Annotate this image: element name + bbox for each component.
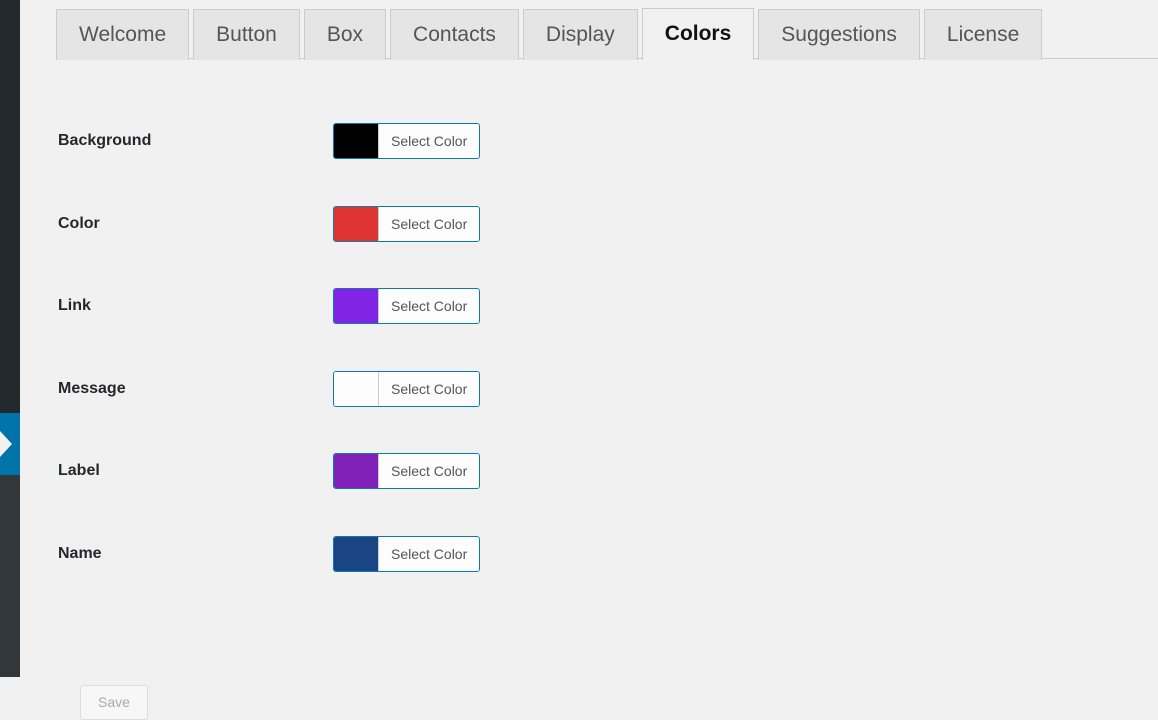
tab-label: Suggestions — [781, 23, 897, 46]
tab-label: License — [946, 23, 1020, 46]
select-color-label: Select Color — [379, 536, 480, 571]
tab-welcome[interactable]: Welcome — [56, 9, 190, 60]
color-picker-message[interactable]: Select Color — [333, 370, 481, 407]
color-picker-link[interactable]: Select Color — [333, 288, 481, 325]
tab-contacts[interactable]: Contacts — [390, 9, 519, 60]
tab-license[interactable]: License — [923, 9, 1043, 60]
setting-control-background: Select Color — [333, 100, 1108, 183]
select-color-label: Select Color — [379, 124, 480, 159]
tab-button[interactable]: Button — [193, 9, 300, 60]
setting-label-name: Name — [58, 544, 102, 562]
save-row: Save — [80, 685, 148, 720]
select-color-label: Select Color — [379, 206, 480, 241]
tab-label: Display — [545, 23, 615, 46]
tab-label: Button — [216, 23, 277, 46]
color-swatch — [334, 124, 379, 159]
color-swatch — [334, 206, 379, 241]
setting-control-color: Select Color — [333, 183, 1108, 266]
color-swatch — [334, 454, 379, 489]
table-row: Label Select Color — [58, 430, 1108, 513]
color-swatch — [334, 289, 379, 324]
admin-sidebar-rail-lower — [0, 475, 20, 677]
color-picker-background[interactable]: Select Color — [333, 123, 481, 160]
tab-box[interactable]: Box — [303, 9, 387, 60]
setting-label-background: Background — [58, 132, 152, 150]
setting-label-color: Color — [58, 214, 100, 232]
select-color-label: Select Color — [379, 371, 480, 406]
tab-strip: Welcome Button Box Contacts Display Colo… — [20, 0, 1158, 68]
tab-label: Contacts — [413, 23, 496, 46]
color-swatch — [334, 536, 379, 571]
color-picker-label[interactable]: Select Color — [333, 453, 481, 490]
setting-label-message: Message — [58, 379, 126, 397]
tab-label: Box — [326, 23, 364, 46]
tab-list: Welcome Button Box Contacts Display Colo… — [56, 7, 1043, 60]
collapse-menu-button[interactable] — [0, 413, 20, 475]
table-row: Message Select Color — [58, 348, 1108, 431]
settings-page: Welcome Button Box Contacts Display Colo… — [0, 0, 1158, 720]
tab-suggestions[interactable]: Suggestions — [758, 9, 920, 60]
tab-label: Colors — [664, 22, 732, 45]
setting-label-link: Link — [58, 297, 91, 315]
tab-label: Welcome — [79, 23, 167, 46]
color-picker-name[interactable]: Select Color — [333, 535, 481, 572]
color-swatch — [334, 371, 379, 406]
select-color-label: Select Color — [379, 454, 480, 489]
tab-colors[interactable]: Colors — [641, 8, 755, 60]
color-picker-color[interactable]: Select Color — [333, 205, 481, 242]
select-color-label: Select Color — [379, 289, 480, 324]
setting-control-link: Select Color — [333, 265, 1108, 348]
chevron-left-icon — [0, 413, 20, 475]
tab-display[interactable]: Display — [522, 9, 638, 60]
table-row: Link Select Color — [58, 265, 1108, 348]
setting-control-message: Select Color — [333, 348, 1108, 431]
setting-control-label: Select Color — [333, 430, 1108, 513]
color-settings-table: Background Select Color Color Select Col… — [58, 100, 1108, 595]
table-row: Name Select Color — [58, 513, 1108, 596]
table-row: Color Select Color — [58, 183, 1108, 266]
setting-control-name: Select Color — [333, 513, 1108, 596]
save-button[interactable]: Save — [80, 685, 148, 720]
setting-label-label: Label — [58, 462, 100, 480]
colors-settings-panel: Background Select Color Color Select Col… — [20, 68, 1158, 720]
table-row: Background Select Color — [58, 100, 1108, 183]
